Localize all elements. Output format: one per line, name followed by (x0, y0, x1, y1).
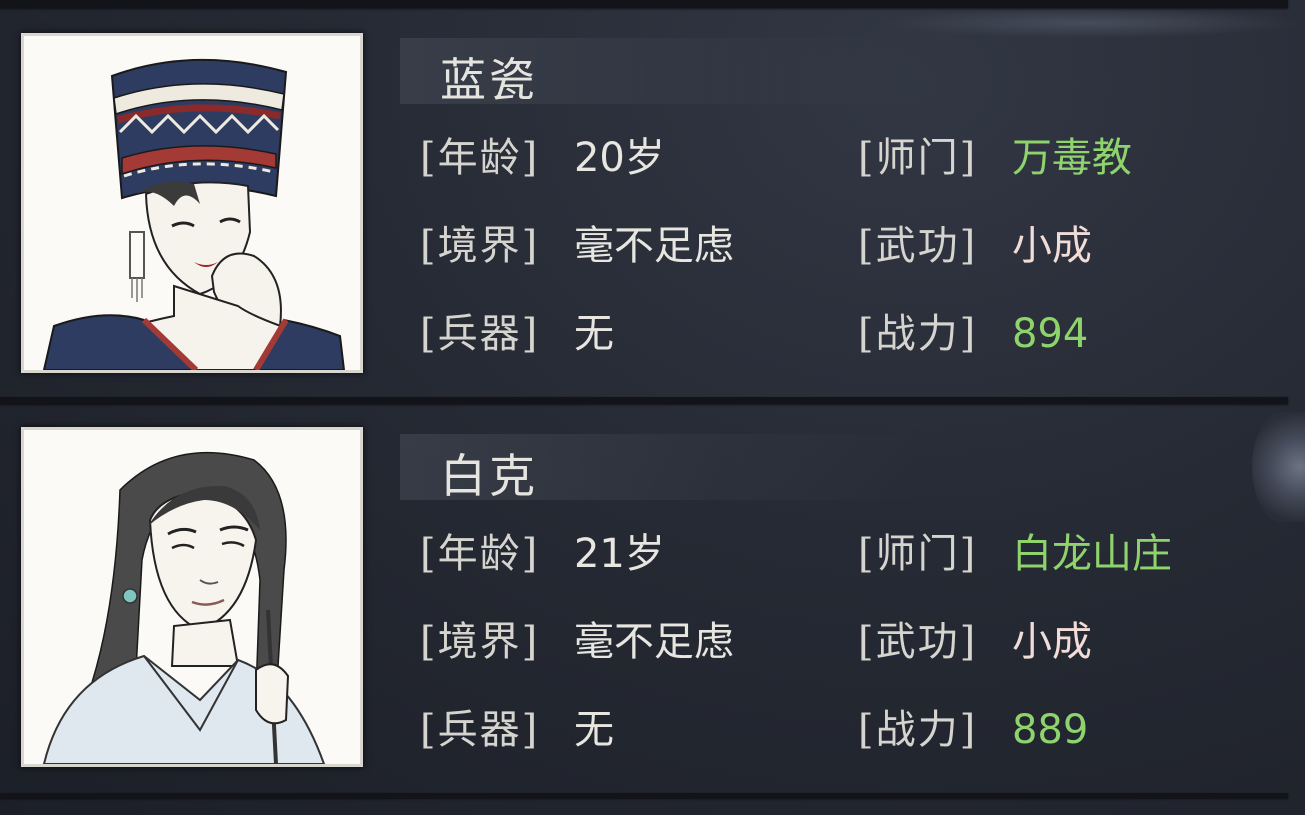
power-value: 894 (1011, 311, 1089, 357)
weapon-row: [兵器] 无 (420, 706, 614, 754)
power-label: [战力] (858, 707, 978, 753)
top-divider (0, 0, 1288, 8)
age-label: [年龄] (420, 531, 540, 577)
martial-label: [武功] (858, 619, 978, 665)
character-portrait (24, 36, 360, 370)
power-value: 889 (1011, 707, 1089, 753)
realm-value: 毫不足虑 (573, 223, 734, 269)
age-row: [年龄] 20岁 (420, 134, 665, 182)
age-value: 21岁 (573, 531, 665, 577)
weapon-row: [兵器] 无 (420, 310, 614, 358)
long-haired-man-portrait (24, 430, 360, 764)
weapon-value: 无 (573, 707, 614, 753)
sect-label: [师门] (858, 135, 978, 181)
age-label: [年龄] (420, 135, 540, 181)
martial-row: [武功] 小成 (858, 618, 1092, 666)
character-list-screen: 蓝瓷 [年龄] 20岁 [境界] 毫不足虑 [兵器] 无 [师门] 万毒教 [武… (0, 0, 1305, 815)
realm-label: [境界] (420, 223, 540, 269)
woman-with-miao-headdress-portrait (24, 36, 360, 370)
character-name: 蓝瓷 (440, 53, 538, 107)
power-row: [战力] 894 (858, 310, 1088, 358)
age-value: 20岁 (573, 135, 665, 181)
power-label: [战力] (858, 311, 978, 357)
martial-value: 小成 (1011, 619, 1092, 665)
sect-row: [师门] 白龙山庄 (858, 530, 1172, 578)
weapon-label: [兵器] (420, 707, 540, 753)
martial-row: [武功] 小成 (858, 222, 1092, 270)
character-card[interactable]: 蓝瓷 [年龄] 20岁 [境界] 毫不足虑 [兵器] 无 [师门] 万毒教 [武… (0, 8, 1288, 397)
realm-row: [境界] 毫不足虑 (420, 222, 734, 270)
character-portrait (24, 430, 360, 764)
weapon-label: [兵器] (420, 311, 540, 357)
sect-value: 白龙山庄 (1011, 531, 1172, 577)
sect-value: 万毒教 (1011, 135, 1132, 181)
character-card[interactable]: 白克 [年龄] 21岁 [境界] 毫不足虑 [兵器] 无 [师门] 白龙山庄 [… (0, 404, 1288, 793)
character-name: 白克 (440, 449, 538, 503)
realm-label: [境界] (420, 619, 540, 665)
bottom-divider (0, 793, 1288, 798)
sect-row: [师门] 万毒教 (858, 134, 1132, 182)
martial-label: [武功] (858, 223, 978, 269)
realm-row: [境界] 毫不足虑 (420, 618, 734, 666)
scroll-handle-decoration[interactable] (1252, 412, 1305, 522)
realm-value: 毫不足虑 (573, 619, 734, 665)
sect-label: [师门] (858, 531, 978, 577)
card-divider (0, 397, 1288, 404)
weapon-value: 无 (573, 311, 614, 357)
age-row: [年龄] 21岁 (420, 530, 665, 578)
martial-value: 小成 (1011, 223, 1092, 269)
power-row: [战力] 889 (858, 706, 1088, 754)
